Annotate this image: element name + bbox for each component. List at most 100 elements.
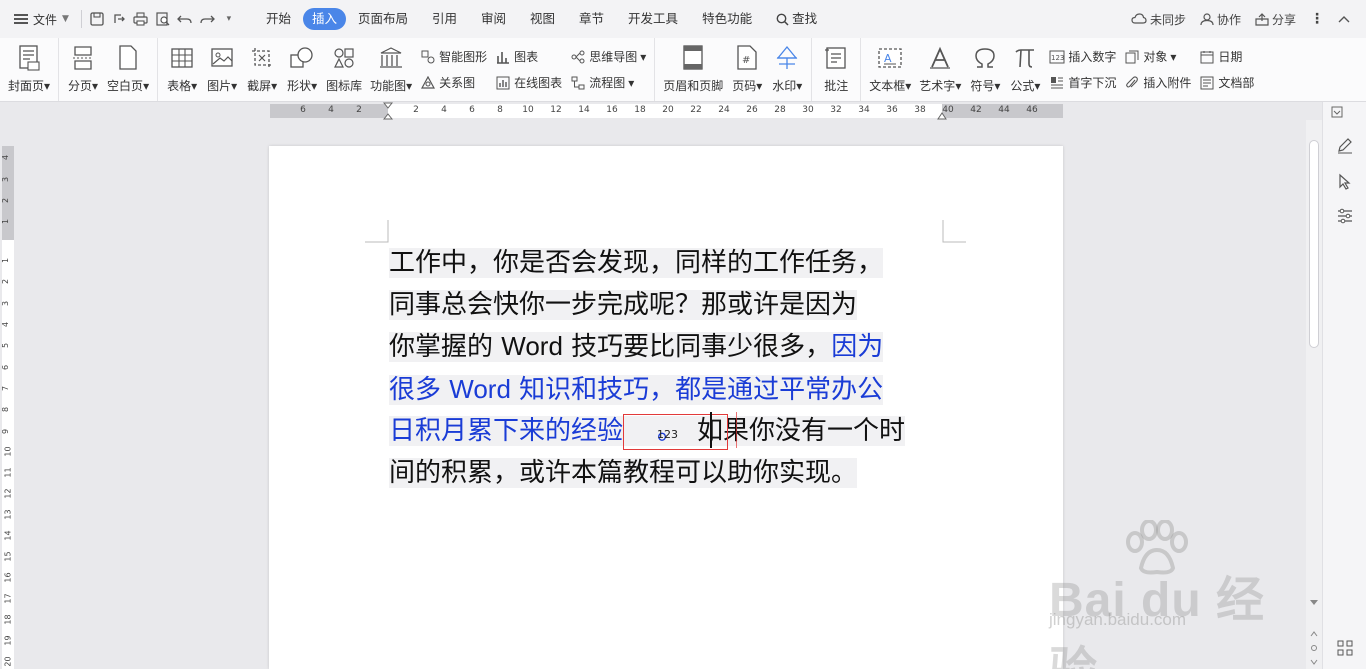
tab-references[interactable]: 引用 <box>420 8 469 30</box>
quick-access-more-icon[interactable]: ▾ <box>218 8 240 30</box>
function-chart-button[interactable]: 功能图▾ <box>366 38 416 101</box>
print-preview-icon[interactable] <box>152 8 174 30</box>
insert-number-button[interactable]: 123 插入数字 <box>1049 48 1116 66</box>
text-run: 技巧要比同事少很多， <box>562 332 832 362</box>
page-break-button[interactable]: 分页▾ <box>63 38 103 101</box>
select-browse-icon[interactable] <box>1310 644 1318 652</box>
date-button[interactable]: 日期 <box>1199 48 1254 66</box>
picture-button[interactable]: 图片▾ <box>202 38 242 101</box>
drop-cap-button[interactable]: 首字下沉 <box>1049 74 1116 92</box>
relation-chart-icon <box>420 75 436 91</box>
share-button[interactable]: 分享 <box>1255 11 1296 28</box>
icon-library-icon <box>331 44 357 72</box>
doc-part-button[interactable]: 文档部 <box>1199 74 1254 92</box>
ruler-label: 18 <box>3 614 13 625</box>
menu-icon <box>14 14 28 24</box>
tab-special[interactable]: 特色功能 <box>690 8 764 30</box>
save-icon[interactable] <box>86 8 108 30</box>
smart-shape-button[interactable]: 智能图形 <box>420 48 487 66</box>
print-icon[interactable] <box>130 8 152 30</box>
scroll-down-icon[interactable] <box>1310 600 1318 606</box>
ribbon-group-text: A 文本框▾ 艺术字▾ 符号▾ 公式▾ 123 插入数字 首字下沉 对象 ▾ 插… <box>861 38 1262 101</box>
cover-page-button[interactable]: 封面页▾ <box>4 38 54 101</box>
ribbon-group-media: 表格▾ 图片▾ 截屏▾ 形状▾ 图标库 功能图▾ 智能图形 关系图 图表 在线图… <box>158 38 656 101</box>
ruler-label: 38 <box>914 105 926 115</box>
tab-view[interactable]: 视图 <box>518 8 567 30</box>
file-menu-button[interactable]: 文件 ▼ <box>0 0 77 38</box>
header-footer-button[interactable]: 页眉和页脚 <box>659 38 727 101</box>
ruler-label: 8 <box>497 105 503 115</box>
blank-page-label: 空白页 <box>107 79 144 93</box>
grid-view-icon[interactable] <box>1335 638 1355 658</box>
document-text[interactable]: 工作中，你是否会发现，同样的工作任务， 同事总会快你一步完成呢？那或许是因为 你… <box>389 243 943 494</box>
tab-developer[interactable]: 开发工具 <box>616 8 690 30</box>
screenshot-button[interactable]: 截屏▾ <box>242 38 282 101</box>
prev-page-icon[interactable] <box>1310 630 1318 638</box>
ruler-toggle-corner[interactable] <box>1306 102 1322 120</box>
relation-chart-label: 关系图 <box>439 76 476 90</box>
more-options-icon[interactable]: ⋮ <box>1310 11 1324 27</box>
comment-button[interactable]: 批注 <box>816 38 856 101</box>
watermark-icon <box>774 44 800 72</box>
page-number-button[interactable]: # 页码▾ <box>727 38 767 101</box>
text-run: 你掌握的 <box>389 332 502 362</box>
insert-number-label: 插入数字 <box>1068 50 1117 64</box>
collab-button[interactable]: 协作 <box>1200 11 1241 28</box>
textbox-button[interactable]: A 文本框▾ <box>865 38 915 101</box>
cursor-select-icon[interactable] <box>1335 172 1355 192</box>
baidu-jingyan-watermark: Bai du 经验 jingyan.baidu.com <box>1035 520 1305 669</box>
paw-logo-icon <box>1126 520 1188 575</box>
ruler-label: 16 <box>606 105 618 115</box>
shape-button[interactable]: 形状▾ <box>282 38 322 101</box>
ruler-label: 4 <box>328 105 334 115</box>
watermark-button[interactable]: 水印▾ <box>767 38 807 101</box>
document-page[interactable]: 工作中，你是否会发现，同样的工作任务， 同事总会快你一步完成呢？那或许是因为 你… <box>269 146 1063 669</box>
redo-icon[interactable] <box>196 8 218 30</box>
insert-attachment-label: 插入附件 <box>1143 76 1192 90</box>
tab-page-layout[interactable]: 页面布局 <box>346 8 420 30</box>
search-button[interactable]: 查找 <box>764 8 829 30</box>
scrollbar-thumb[interactable] <box>1309 140 1319 348</box>
horizontal-ruler[interactable]: 6 4 2 2 4 6 8 10 12 14 16 18 20 22 24 26… <box>0 102 1306 120</box>
collapse-ribbon-icon[interactable] <box>1338 15 1350 23</box>
chart-icon <box>495 49 511 65</box>
pen-icon[interactable] <box>1335 136 1355 156</box>
right-indent-marker[interactable] <box>937 108 947 120</box>
panel-toggle-icon[interactable] <box>1329 104 1345 120</box>
vertical-scrollbar[interactable] <box>1306 120 1322 669</box>
screenshot-label: 截屏 <box>247 79 272 93</box>
ribbon-insert: 封面页▾ 分页▾ 空白页▾ 表格▾ 图片▾ 截屏▾ 形状▾ 图标库 功能图▾ 智… <box>0 38 1366 102</box>
blank-page-button[interactable]: 空白页▾ <box>103 38 153 101</box>
header-footer-label: 页眉和页脚 <box>663 79 724 93</box>
undo-icon[interactable] <box>174 8 196 30</box>
icon-library-button[interactable]: 图标库 <box>322 38 366 101</box>
ruler-label: 22 <box>690 105 702 115</box>
picture-icon <box>209 44 235 72</box>
text-cursor <box>710 412 712 448</box>
ribbon-group-break: 分页▾ 空白页▾ <box>59 38 159 101</box>
wordart-button[interactable]: 艺术字▾ <box>915 38 965 101</box>
object-button[interactable]: 对象 ▾ <box>1124 48 1191 66</box>
relation-chart-button[interactable]: 关系图 <box>420 74 487 92</box>
tab-home[interactable]: 开始 <box>254 8 303 30</box>
formula-button[interactable]: 公式▾ <box>1005 38 1045 101</box>
chart-button[interactable]: 图表 <box>495 48 562 66</box>
tab-section[interactable]: 章节 <box>567 8 616 30</box>
online-chart-button[interactable]: 在线图表 <box>495 74 562 92</box>
settings-sliders-icon[interactable] <box>1335 206 1355 226</box>
symbol-button[interactable]: 符号▾ <box>965 38 1005 101</box>
mind-map-button[interactable]: 思维导图 ▾ <box>570 48 646 66</box>
export-icon[interactable] <box>108 8 130 30</box>
ruler-label: 8 <box>1 406 11 413</box>
sync-status-button[interactable]: 未同步 <box>1131 11 1186 28</box>
ruler-label: 10 <box>522 105 534 115</box>
insert-attachment-button[interactable]: 插入附件 <box>1124 74 1191 92</box>
tab-insert[interactable]: 插入 <box>302 8 346 30</box>
calendar-icon <box>1199 49 1215 65</box>
indent-marker[interactable] <box>383 102 393 120</box>
flowchart-button[interactable]: 流程图 ▾ <box>570 74 646 92</box>
next-page-icon[interactable] <box>1310 658 1318 666</box>
vertical-ruler[interactable]: 4 3 2 1 1 2 3 4 5 6 7 8 9 10 11 12 13 14… <box>0 120 16 669</box>
table-button[interactable]: 表格▾ <box>162 38 202 101</box>
tab-review[interactable]: 审阅 <box>469 8 518 30</box>
